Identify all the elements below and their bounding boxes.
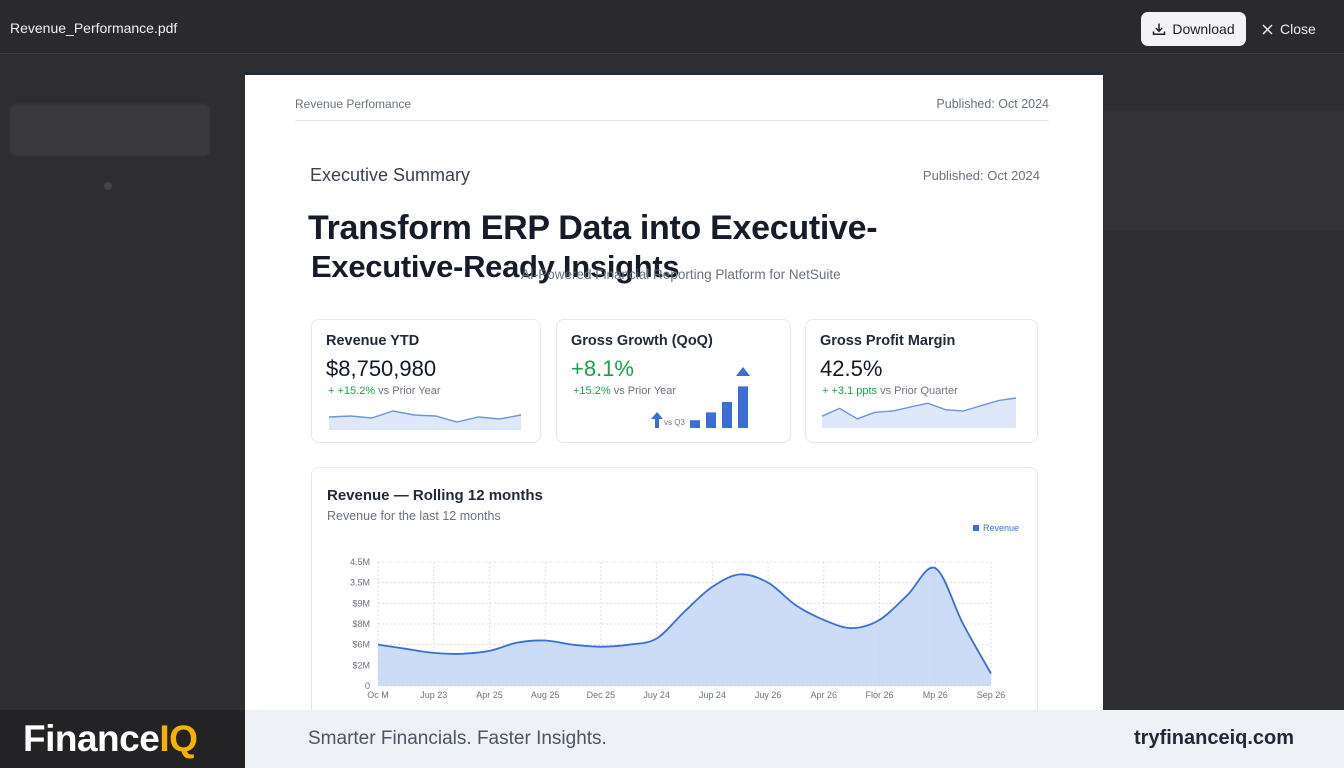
kpi-delta-suffix: vs Prior Year	[613, 385, 677, 397]
chart-title: Revenue — Rolling 12 months	[327, 487, 543, 504]
document-page[interactable]: Revenue Perfomance Published: Oct 2024 E…	[245, 72, 1103, 712]
x-tick-label: Apr 26	[811, 690, 838, 700]
y-tick-label: $6M	[352, 640, 370, 650]
page-header-date: Published: Oct 2024	[936, 97, 1049, 111]
revenue-area	[378, 567, 991, 686]
kpi-title: Gross Growth (QoQ)	[571, 333, 713, 349]
growth-bar-chart	[690, 367, 750, 428]
revenue-area-chart: 0$2M$6M$8M$9M3.5M4.5MOc M Jup 23 Apr 25 Aug…	[350, 557, 1006, 700]
x-tick-label: Jup 23	[420, 690, 447, 700]
legend-label: Revenue	[982, 523, 1019, 533]
download-icon	[1153, 23, 1166, 36]
y-tick-label: $9M	[352, 598, 370, 608]
subheadline: AI-Powered Financial Reporting Platform …	[521, 267, 841, 282]
growth-bar	[706, 412, 716, 428]
chart-legend: Revenue	[972, 523, 1019, 533]
y-tick-label: $8M	[352, 619, 370, 629]
kpi-value: 42.5%	[820, 356, 883, 381]
growth-bar	[690, 420, 700, 428]
x-tick-label: Oc M	[367, 690, 389, 700]
headline: Transform ERP Data into Executive-	[308, 209, 878, 247]
sparkline-area	[329, 411, 521, 430]
close-button[interactable]: Close	[1262, 12, 1316, 46]
x-tick-label: Flor 26	[866, 690, 894, 700]
growth-bar	[738, 386, 748, 428]
revenue-sparkline	[328, 410, 522, 430]
kpi-delta-suffix: vs Prior Year	[378, 385, 441, 397]
kpi-delta-value: +15.2%	[337, 385, 376, 397]
background-panel	[10, 104, 210, 156]
x-tick-label: Sep 26	[977, 690, 1006, 700]
sparkline-area	[822, 398, 1016, 428]
y-tick-label: $2M	[352, 660, 370, 670]
brand-accent: IQ	[159, 718, 198, 759]
x-tick-label: Dec 25	[587, 690, 616, 700]
kpi-value: $8,750,980	[326, 356, 437, 381]
financeiq-logo: FinanceIQ	[23, 718, 198, 760]
growth-bar	[722, 402, 732, 428]
tagline: Smarter Financials. Faster Insights.	[308, 728, 607, 749]
up-arrow-icon	[651, 412, 663, 428]
kpi-delta-value: +15.2%	[573, 385, 611, 397]
kpi-delta: +15.2% vs Prior Year	[573, 385, 676, 397]
section-published-date: Published: Oct 2024	[922, 168, 1040, 183]
x-tick-label: Aug 25	[531, 690, 560, 700]
kpi-title: Gross Profit Margin	[820, 333, 956, 349]
background-dot	[104, 182, 112, 190]
chart-subtitle: Revenue for the last 12 months	[327, 509, 501, 523]
x-tick-label: Juy 24	[643, 690, 670, 700]
promo-footer: FinanceIQ Smarter Financials. Faster Ins…	[0, 710, 1344, 768]
revenue-chart-card: Revenue — Rolling 12 months Revenue for …	[311, 467, 1038, 712]
download-label: Download	[1172, 21, 1235, 37]
close-icon	[1262, 23, 1273, 35]
margin-sparkline	[821, 397, 1017, 428]
y-tick-label: 3.5M	[350, 578, 370, 588]
kpi-value: +8.1%	[571, 356, 634, 381]
x-tick-label: Juy 26	[755, 690, 782, 700]
download-button[interactable]: Download	[1141, 12, 1246, 46]
kpi-title: Revenue YTD	[326, 333, 420, 349]
background-panel-right	[1104, 110, 1344, 230]
close-label: Close	[1280, 21, 1316, 37]
legend-swatch	[972, 525, 979, 531]
kpi-card-revenue: Revenue YTD $8,750,980 + +15.2% vs Prior…	[311, 319, 541, 443]
growth-arrow-head	[736, 367, 750, 376]
page-header-title: Revenue Perfomance	[295, 97, 412, 111]
page-header: Revenue Perfomance Published: Oct 2024	[295, 97, 1049, 121]
kpi-card-growth: Gross Growth (QoQ) +8.1% +15.2% vs Prior…	[556, 319, 791, 443]
brand-panel: FinanceIQ	[0, 710, 245, 768]
x-tick-label: Mp 26	[923, 690, 948, 700]
x-tick-label: Jup 24	[699, 690, 726, 700]
section-title: Executive Summary	[310, 165, 471, 185]
website-link[interactable]: tryfinanceiq.com	[1134, 727, 1294, 750]
kpi-delta: + +15.2% vs Prior Year	[328, 385, 441, 397]
viewer-toolbar: Revenue_Performance.pdf Download Close	[0, 0, 1344, 54]
kpi-card-margin: Gross Profit Margin 42.5% + +3.1 ppts vs…	[805, 319, 1038, 443]
file-name: Revenue_Performance.pdf	[10, 20, 178, 36]
bar-note: vs Q3	[664, 418, 685, 427]
x-tick-label: Apr 25	[476, 690, 503, 700]
brand-main: Finance	[23, 718, 160, 759]
y-tick-label: 4.5M	[350, 557, 370, 567]
